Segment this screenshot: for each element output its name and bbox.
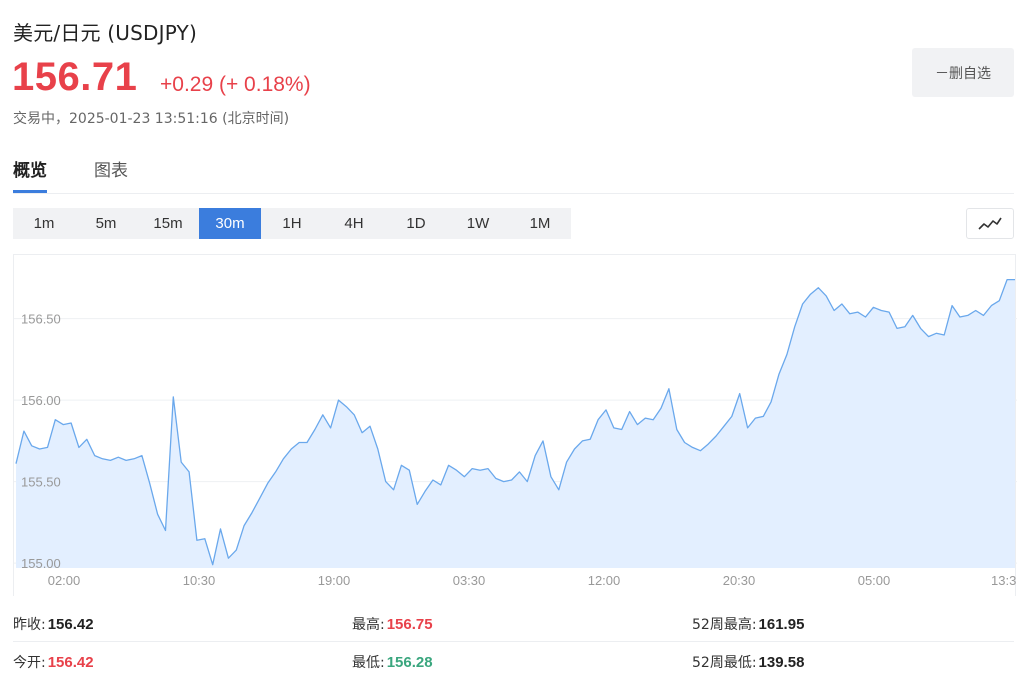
x-tick-label: 05:00 [858,573,891,588]
stat-value: 161.95 [758,616,805,633]
stat-open: 今开: 156.42 [13,652,94,672]
tab-overview[interactable]: 概览 [13,156,47,193]
x-tick-label: 03:30 [453,573,486,588]
trading-status: 交易中，2025-01-23 13:51:16 (北京时间) [13,111,290,127]
stats-panel: 昨收: 156.42 最高: 156.75 52周最高: 161.95 今开: 156.… [13,604,1014,680]
y-tick-label: 155.00 [21,556,61,571]
stat-value: 156.42 [47,616,94,633]
x-tick-label: 13:3 [991,573,1016,588]
period-selector: 1m 5m 15m 30m 1H 4H 1D 1W 1M [13,208,571,239]
stat-value: 156.28 [386,654,433,671]
x-tick-label: 12:00 [588,573,621,588]
stat-prev-close: 昨收: 156.42 [13,614,94,634]
stat-high: 最高: 156.75 [352,614,433,634]
period-30m-button[interactable]: 30m [199,208,261,239]
period-5m-button[interactable]: 5m [75,208,137,239]
line-chart-icon [978,217,1002,230]
x-tick-label: 10:30 [183,573,216,588]
stat-label: 52周最高: [692,617,757,633]
stats-row: 昨收: 156.42 最高: 156.75 52周最高: 161.95 [13,604,1014,642]
stat-label: 最高: [352,617,385,633]
price-change: +0.29 (+ 0.18%) [160,73,311,96]
stat-label: 最低: [352,655,385,671]
period-15m-button[interactable]: 15m [137,208,199,239]
period-1w-button[interactable]: 1W [447,208,509,239]
stat-52w-low: 52周最低: 139.58 [692,652,804,672]
stat-low: 最低: 156.28 [352,652,433,672]
period-1d-button[interactable]: 1D [385,208,447,239]
period-1mo-button[interactable]: 1M [509,208,571,239]
price-chart-svg: 155.00 155.50 156.00 156.50 02:00 10:30 19:00 0… [14,278,1017,588]
remove-watchlist-button[interactable]: －删自选 [912,48,1014,97]
stat-label: 52周最低: [692,655,757,671]
period-4h-button[interactable]: 4H [323,208,385,239]
stat-52w-high: 52周最高: 161.95 [692,614,804,634]
tab-chart[interactable]: 图表 [94,156,128,193]
stat-value: 156.75 [386,616,433,633]
stat-value: 156.42 [47,654,94,671]
stat-label: 昨收: [13,617,46,633]
stats-row: 今开: 156.42 最低: 156.28 52周最低: 139.58 [13,642,1014,680]
instrument-title: 美元/日元 (USDJPY) [13,21,197,45]
price-chart[interactable]: 155.00 155.50 156.00 156.50 02:00 10:30 19:00 0… [13,254,1017,596]
last-price: 156.71 [12,55,138,99]
stat-label: 今开: [13,655,46,671]
period-1m-button[interactable]: 1m [13,208,75,239]
x-tick-label: 20:30 [723,573,756,588]
tab-bar: 概览 图表 [13,156,1014,194]
y-tick-label: 156.00 [21,393,61,408]
y-tick-label: 156.50 [21,312,61,327]
x-tick-label: 02:00 [48,573,81,588]
period-1h-button[interactable]: 1H [261,208,323,239]
chart-type-button[interactable] [966,208,1014,239]
x-tick-label: 19:00 [318,573,351,588]
y-tick-label: 155.50 [21,475,61,490]
stat-value: 139.58 [758,654,805,671]
